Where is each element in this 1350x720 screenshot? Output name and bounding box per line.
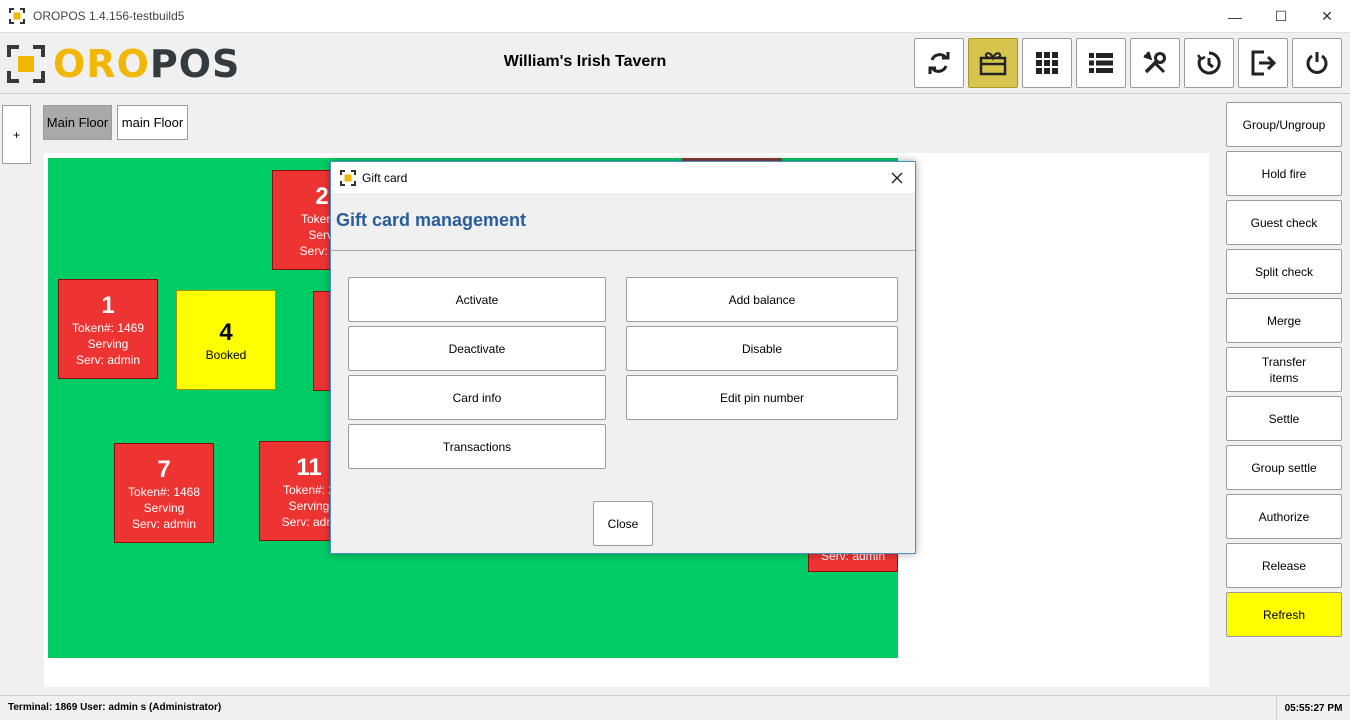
refresh-icon — [926, 50, 952, 76]
table-number: 7 — [157, 456, 171, 483]
logout-button[interactable] — [1238, 38, 1288, 88]
shutdown-button[interactable] — [1292, 38, 1342, 88]
dialog-titlebar: Gift card — [331, 162, 915, 193]
status-bar: Terminal: 1869 User: admin s (Administra… — [0, 695, 1350, 720]
oropos-logo: OROPOS — [7, 44, 240, 84]
hold-fire-button[interactable]: Hold fire — [1226, 151, 1342, 196]
window-title: OROPOS 1.4.156-testbuild5 — [33, 9, 185, 23]
dialog-close-button[interactable]: Close — [593, 501, 653, 546]
list-view-button[interactable] — [1076, 38, 1126, 88]
table-status: Booked — [205, 348, 247, 362]
settle-button[interactable]: Settle — [1226, 396, 1342, 441]
table-status: Serving — [87, 337, 129, 351]
disable-button[interactable]: Disable — [626, 326, 898, 371]
dialog-close-icon[interactable] — [883, 164, 911, 191]
tables-grid-button[interactable] — [1022, 38, 1072, 88]
transfer-items-button[interactable]: Transfer items — [1226, 347, 1342, 392]
gift-card-button[interactable] — [968, 38, 1018, 88]
add-balance-button[interactable]: Add balance — [626, 277, 898, 322]
table-7[interactable]: 7 Token#: 1468 Serving Serv: admin — [114, 443, 214, 543]
tab-main-floor-2[interactable]: main Floor — [117, 105, 188, 140]
app-icon — [9, 8, 25, 24]
refresh-floor-button[interactable]: Refresh — [1226, 592, 1342, 637]
window-titlebar: OROPOS 1.4.156-testbuild5 — ☐ ✕ — [0, 0, 1350, 33]
group-ungroup-button[interactable]: Group/Ungroup — [1226, 102, 1342, 147]
dialog-header: Gift card management — [331, 193, 915, 251]
dialog-title: Gift card — [362, 170, 408, 185]
refresh-button[interactable] — [914, 38, 964, 88]
table-status: Serving — [143, 501, 185, 515]
power-icon — [1304, 50, 1330, 76]
authorize-button[interactable]: Authorize — [1226, 494, 1342, 539]
window-close-button[interactable]: ✕ — [1304, 0, 1350, 33]
minimize-button[interactable]: — — [1212, 0, 1258, 33]
main-toolbar — [914, 38, 1342, 88]
logout-icon — [1250, 50, 1276, 76]
table-token: Token#: 1468 — [127, 485, 201, 499]
app-icon — [340, 169, 356, 186]
clock-icon — [1196, 50, 1222, 76]
card-info-button[interactable]: Card info — [348, 375, 606, 420]
edit-pin-button[interactable]: Edit pin number — [626, 375, 898, 420]
release-button[interactable]: Release — [1226, 543, 1342, 588]
table-number: 4 — [219, 319, 233, 346]
table-server: Serv: admin — [75, 353, 141, 367]
table-server: Serv: admin — [131, 517, 197, 531]
table-token: Token#: 1469 — [71, 321, 145, 335]
dialog-heading: Gift card management — [336, 210, 527, 230]
group-settle-button[interactable]: Group settle — [1226, 445, 1342, 490]
split-check-button[interactable]: Split check — [1226, 249, 1342, 294]
tools-button[interactable] — [1130, 38, 1180, 88]
list-icon — [1089, 52, 1113, 74]
transactions-button[interactable]: Transactions — [348, 424, 606, 469]
table-1[interactable]: 1 Token#: 1469 Serving Serv: admin — [58, 279, 158, 379]
guest-check-button[interactable]: Guest check — [1226, 200, 1342, 245]
logo-mark-icon — [7, 45, 45, 83]
clock-out-button[interactable] — [1184, 38, 1234, 88]
table-number: 1 — [101, 292, 115, 319]
gift-card-icon — [979, 50, 1007, 76]
tools-icon — [1142, 50, 1168, 76]
deactivate-button[interactable]: Deactivate — [348, 326, 606, 371]
store-name: William's Irish Tavern — [503, 53, 667, 70]
activate-button[interactable]: Activate — [348, 277, 606, 322]
maximize-button[interactable]: ☐ — [1258, 0, 1304, 33]
merge-button[interactable]: Merge — [1226, 298, 1342, 343]
table-4[interactable]: 4 Booked — [176, 290, 276, 390]
logo-text: OROPOS — [53, 42, 241, 86]
grid-icon — [1035, 51, 1059, 75]
tab-main-floor[interactable]: Main Floor — [43, 105, 112, 140]
app-header: OROPOS William's Irish Tavern — [0, 33, 1350, 94]
gift-card-dialog: Gift card Gift card management Activate … — [330, 161, 916, 554]
terminal-user-info: Terminal: 1869 User: admin s (Administra… — [8, 702, 222, 713]
add-floor-button[interactable]: + — [2, 105, 31, 164]
clock-display: 05:55:27 PM — [1276, 696, 1350, 720]
